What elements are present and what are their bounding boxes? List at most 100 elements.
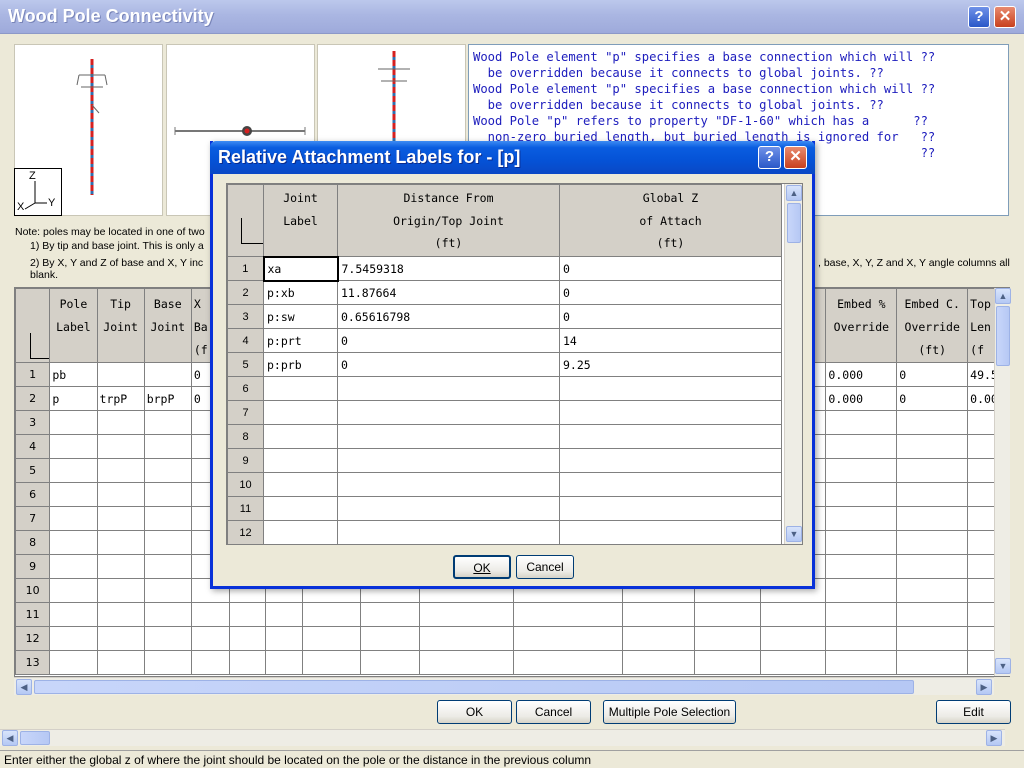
cell-embed-c[interactable] — [896, 626, 969, 651]
cell-global-z[interactable]: 0 — [559, 280, 782, 305]
col-joint-label[interactable]: Joint Label — [263, 184, 338, 257]
cell-embed-pct[interactable] — [825, 650, 898, 675]
cell-distance[interactable] — [337, 496, 560, 521]
cell-hidden[interactable] — [694, 626, 761, 651]
cell-hidden[interactable] — [360, 650, 420, 675]
table-row[interactable]: 11 — [227, 496, 782, 521]
cell-base-joint[interactable] — [143, 458, 192, 483]
cell-x-base[interactable] — [190, 650, 230, 675]
cell-joint-label[interactable] — [263, 376, 338, 401]
cell-hidden[interactable] — [512, 602, 623, 627]
table-row[interactable]: 7 — [227, 400, 782, 425]
table-row[interactable]: 10 — [227, 472, 782, 497]
dialog-cancel-button[interactable]: Cancel — [516, 555, 574, 579]
cell-pole-label[interactable] — [49, 530, 98, 555]
cell-x-base[interactable] — [190, 626, 230, 651]
cell-global-z[interactable] — [559, 448, 782, 473]
edit-properties-button[interactable]: Edit Properties — [936, 700, 1011, 741]
cell-base-joint[interactable] — [143, 362, 192, 387]
cell-global-z[interactable] — [559, 496, 782, 521]
window-horizontal-scrollbar[interactable]: ◀ ▶ — [0, 729, 1005, 746]
relative-attachment-dialog[interactable]: Relative Attachment Labels for - [p] ? ✕… — [210, 141, 815, 589]
cell-base-joint[interactable]: brpP — [143, 386, 192, 411]
cell-embed-pct[interactable]: 0.000 — [825, 386, 898, 411]
cell-pole-label[interactable] — [49, 434, 98, 459]
table-row[interactable]: 3 p:sw 0.65616798 0 — [227, 304, 782, 329]
cell-tip-joint[interactable] — [96, 458, 145, 483]
cell-hidden[interactable] — [301, 626, 362, 651]
cell-pole-label[interactable]: pb — [49, 362, 98, 387]
cell-base-joint[interactable] — [143, 410, 192, 435]
table-row[interactable]: 6 — [227, 376, 782, 401]
cell-base-joint[interactable] — [143, 554, 192, 579]
cell-tip-joint[interactable] — [96, 362, 145, 387]
cell-tip-joint[interactable] — [96, 530, 145, 555]
cell-distance[interactable] — [337, 472, 560, 497]
cell-base-joint[interactable] — [143, 530, 192, 555]
cell-hidden[interactable] — [265, 650, 303, 675]
table-row[interactable]: 4 p:prt 0 14 — [227, 328, 782, 353]
col-base-joint[interactable]: Base Joint — [143, 288, 192, 363]
cell-global-z[interactable]: 14 — [559, 328, 782, 353]
cell-embed-c[interactable]: 0 — [896, 362, 969, 387]
cell-distance[interactable] — [337, 424, 560, 449]
cell-pole-label[interactable]: p — [49, 386, 98, 411]
col-embed-c[interactable]: Embed C. Override (ft) — [896, 288, 969, 363]
cell-tip-joint[interactable] — [96, 626, 145, 651]
cell-pole-label[interactable] — [49, 482, 98, 507]
cell-distance[interactable] — [337, 376, 560, 401]
cell-x-base[interactable] — [190, 602, 230, 627]
cell-pole-label[interactable] — [49, 506, 98, 531]
cell-base-joint[interactable] — [143, 578, 192, 603]
cell-embed-pct[interactable] — [825, 602, 898, 627]
help-icon[interactable]: ? — [968, 6, 990, 28]
cell-global-z[interactable] — [559, 520, 782, 544]
cell-embed-pct[interactable] — [825, 554, 898, 579]
cell-embed-c[interactable]: 0 — [896, 386, 969, 411]
cell-base-joint[interactable] — [143, 506, 192, 531]
table-row[interactable]: 9 — [227, 448, 782, 473]
cell-embed-pct[interactable] — [825, 626, 898, 651]
table-row[interactable]: 8 — [227, 424, 782, 449]
cell-hidden[interactable] — [418, 602, 514, 627]
cell-embed-c[interactable] — [896, 458, 969, 483]
cell-tip-joint[interactable] — [96, 578, 145, 603]
col-tip-joint[interactable]: Tip Joint — [96, 288, 145, 363]
cell-pole-label[interactable] — [49, 578, 98, 603]
grid-vertical-scrollbar[interactable]: ▲ ▼ — [994, 288, 1011, 676]
cell-distance[interactable]: 11.87664 — [337, 280, 560, 305]
multiple-pole-selection-button[interactable]: Multiple Pole Selection — [603, 700, 736, 724]
cell-base-joint[interactable] — [143, 482, 192, 507]
cell-hidden[interactable] — [301, 650, 362, 675]
grid-horizontal-thumb[interactable] — [34, 680, 914, 694]
ok-button[interactable]: OK — [437, 700, 512, 724]
dialog-close-icon[interactable]: ✕ — [784, 146, 807, 169]
cell-hidden[interactable] — [621, 650, 696, 675]
cell-distance[interactable] — [337, 520, 560, 544]
cell-pole-label[interactable] — [49, 554, 98, 579]
scroll-left-icon[interactable]: ◀ — [2, 730, 18, 746]
cell-tip-joint[interactable] — [96, 410, 145, 435]
cell-joint-label[interactable]: xa — [262, 255, 339, 282]
col-pole-label[interactable]: Pole Label — [49, 288, 98, 363]
table-row[interactable]: 11 — [15, 602, 1009, 627]
scroll-down-icon[interactable]: ▼ — [995, 658, 1011, 674]
cell-tip-joint[interactable] — [96, 482, 145, 507]
cell-hidden[interactable] — [228, 626, 267, 651]
cell-tip-joint[interactable] — [96, 602, 145, 627]
dialog-ok-button[interactable]: OK — [453, 555, 511, 579]
cell-distance[interactable]: 7.5459318 — [337, 256, 560, 281]
cell-distance[interactable]: 0.65616798 — [337, 304, 560, 329]
cell-joint-label[interactable] — [263, 496, 338, 521]
dialog-vertical-thumb[interactable] — [787, 203, 801, 243]
col-embed-pct[interactable]: Embed % Override — [825, 288, 898, 363]
cell-embed-c[interactable] — [896, 506, 969, 531]
cell-embed-c[interactable] — [896, 650, 969, 675]
cell-joint-label[interactable]: p:xb — [263, 280, 338, 305]
cell-global-z[interactable] — [559, 472, 782, 497]
cell-base-joint[interactable] — [143, 434, 192, 459]
table-row[interactable]: 1 xa 7.5459318 0 — [227, 255, 782, 282]
cell-global-z[interactable] — [559, 376, 782, 401]
scroll-up-icon[interactable]: ▲ — [995, 288, 1011, 304]
cell-joint-label[interactable] — [263, 424, 338, 449]
